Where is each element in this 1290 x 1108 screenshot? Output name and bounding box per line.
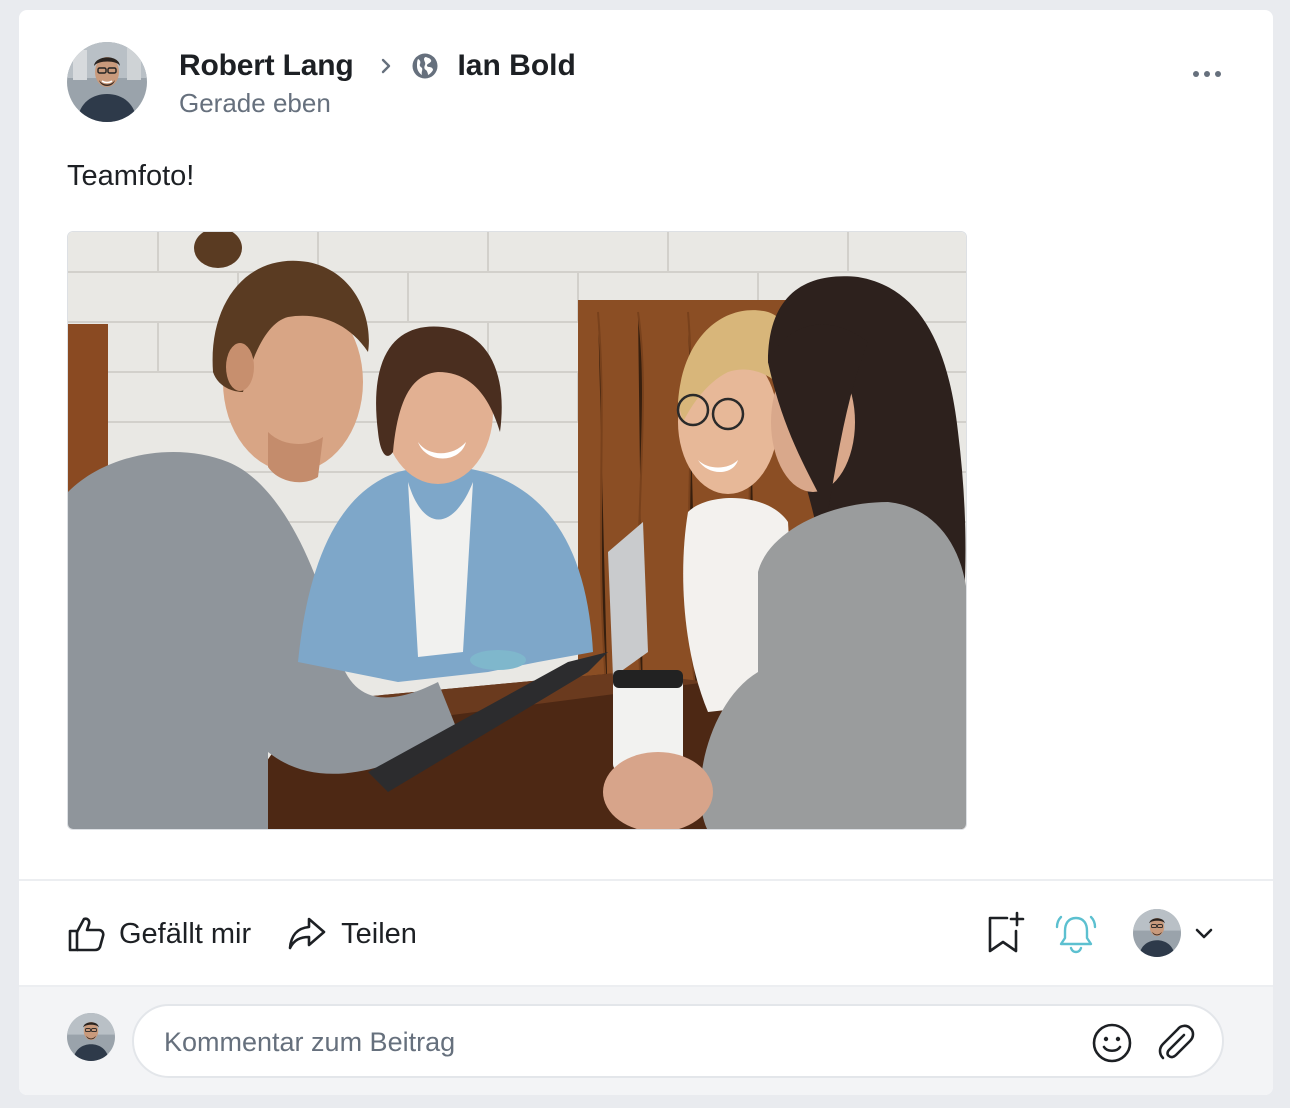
share-button[interactable]: Teilen [287, 915, 417, 953]
post-as-selector[interactable] [1133, 909, 1215, 957]
like-button[interactable]: Gefällt mir [67, 915, 251, 953]
post-timestamp[interactable]: Gerade eben [179, 88, 331, 119]
divider [19, 879, 1273, 881]
bookmark-plus-icon[interactable] [985, 911, 1027, 955]
more-dot [1193, 71, 1199, 77]
chevron-down-icon [1193, 922, 1215, 944]
post-card: Robert Lang Ian Bold Gerade eben Teamfot… [19, 10, 1273, 1095]
share-arrow-icon [287, 915, 327, 953]
avatar [67, 1013, 115, 1061]
post-text: Teamfoto! [67, 160, 195, 192]
author-name[interactable]: Robert Lang [179, 49, 354, 83]
more-icon[interactable] [1187, 66, 1227, 82]
thumbs-up-icon [67, 915, 105, 953]
globe-icon [411, 52, 439, 80]
more-dot [1215, 71, 1221, 77]
bell-icon[interactable] [1055, 911, 1097, 955]
target-name[interactable]: Ian Bold [457, 49, 575, 83]
post-secondary-actions [985, 908, 1215, 958]
author-avatar[interactable] [67, 42, 147, 122]
avatar [1133, 909, 1181, 957]
more-dot [1204, 71, 1210, 77]
post-actions: Gefällt mir Teilen [67, 910, 417, 958]
share-label: Teilen [341, 917, 417, 950]
comment-box [132, 1004, 1224, 1078]
like-label: Gefällt mir [119, 917, 252, 950]
post-image[interactable] [67, 231, 967, 830]
comment-area [19, 985, 1273, 1095]
chevron-right-icon [377, 57, 395, 75]
post-header: Robert Lang Ian Bold [179, 48, 576, 84]
smiley-icon[interactable] [1090, 1021, 1134, 1065]
paperclip-icon[interactable] [1154, 1021, 1198, 1065]
comment-input[interactable] [164, 1022, 1044, 1062]
